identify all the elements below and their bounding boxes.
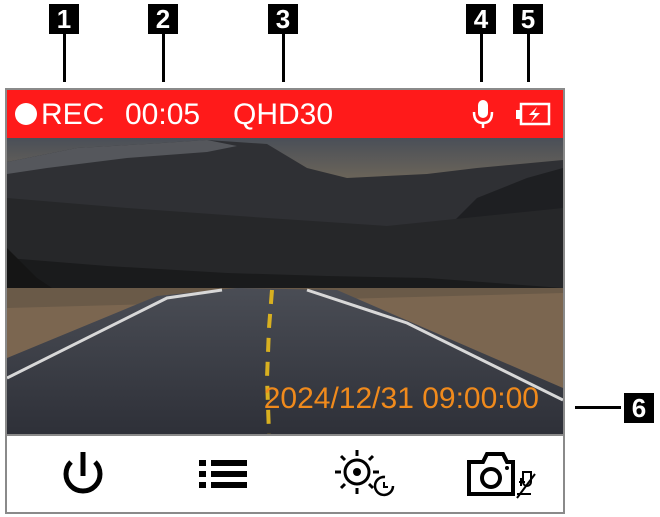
power-button[interactable] (43, 442, 123, 508)
rec-label: REC (41, 98, 105, 131)
callout-4: 4 (466, 4, 496, 34)
camera-live-view: 2024/12/31 09:00:00 (7, 138, 563, 434)
resolution-label: QHD30 (233, 98, 334, 131)
callout-2-line (162, 34, 165, 82)
callout-5: 5 (513, 4, 543, 34)
microphone-icon (472, 100, 494, 128)
brightness-timer-icon (335, 450, 395, 497)
callout-1: 1 (49, 4, 79, 34)
callout-3-line (282, 34, 285, 82)
control-bar (7, 434, 563, 512)
battery-charging-icon (516, 102, 551, 126)
callout-4-line (480, 34, 483, 82)
callout-6: 6 (624, 393, 654, 423)
status-bar: REC 00:05 QHD30 (7, 90, 563, 138)
snapshot-button[interactable] (461, 442, 541, 508)
menu-list-icon (199, 460, 247, 488)
date-time-stamp: 2024/12/31 09:00:00 (263, 382, 539, 415)
menu-button[interactable] (185, 442, 265, 508)
callout-2: 2 (148, 4, 178, 34)
callout-3: 3 (268, 4, 298, 34)
dashcam-screen: REC 00:05 QHD30 2024/12/31 09:00:00 (5, 88, 565, 514)
recording-time: 00:05 (125, 98, 201, 131)
power-icon (63, 452, 103, 494)
camera-snapshot-icon (467, 452, 536, 499)
callout-1-line (63, 34, 66, 82)
callout-5-line (527, 34, 530, 82)
callout-6-line (575, 406, 621, 409)
rec-dot-icon (15, 103, 37, 125)
brightness-timer-button[interactable] (323, 442, 403, 508)
